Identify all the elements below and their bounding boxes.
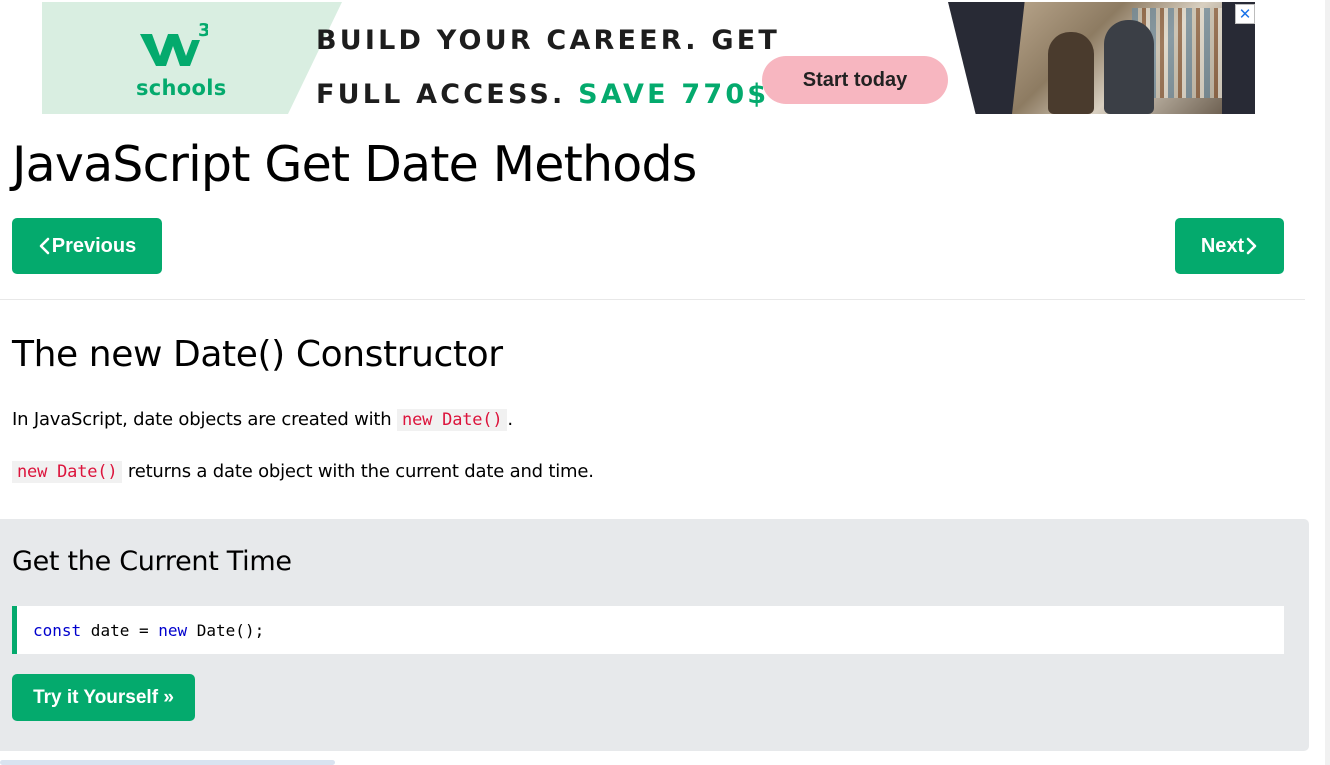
svg-text:3: 3 [198,20,208,41]
ad-start-today-button[interactable]: Start today [762,56,948,104]
paragraph-text: In JavaScript, date objects are created … [12,409,392,430]
ad-headline-line2: FULL ACCESS. SAVE 770$ [316,68,780,114]
ad-photo-person [1104,20,1154,114]
ad-banner[interactable]: 3 schools BUILD YOUR CAREER. GET FULL AC… [42,2,1255,114]
next-label: Next [1200,234,1245,257]
inline-code: new Date() [12,461,123,483]
page-title: JavaScript Get Date Methods [12,136,697,193]
w3schools-logo-icon: 3 [140,20,208,66]
code-text: Date(); [187,620,265,640]
code-keyword: const [33,620,82,640]
section-title: The new Date() Constructor [12,334,503,375]
chevron-left-icon [39,237,50,255]
code-keyword: new [158,620,188,640]
inline-code: new Date() [397,409,508,431]
ad-photo [1012,2,1222,114]
scrollbar[interactable] [1325,0,1330,765]
next-section-edge [0,760,335,765]
close-icon[interactable]: ✕ [1235,4,1255,24]
ad-headline-line2-prefix: FULL ACCESS. [316,79,566,110]
page: 3 schools BUILD YOUR CAREER. GET FULL AC… [0,0,1330,765]
chevron-right-icon [1246,237,1257,255]
ad-headline: BUILD YOUR CAREER. GET FULL ACCESS. SAVE… [316,14,780,114]
paragraph-suffix: . [507,409,513,430]
previous-label: Previous [51,234,137,257]
ad-headline-line1: BUILD YOUR CAREER. GET [316,25,780,56]
paragraph: In JavaScript, date objects are created … [12,409,513,431]
paragraph: new Date() returns a date object with th… [12,461,594,483]
try-it-yourself-button[interactable]: Try it Yourself » [12,674,195,721]
ad-headline-highlight: SAVE 770$ [578,79,770,110]
ad-logo-text: schools [136,76,227,100]
example-title: Get the Current Time [12,546,292,577]
code-text: date = [81,620,159,640]
code-block[interactable]: const date = new Date(); [12,606,1284,654]
next-button[interactable]: Next [1175,218,1284,274]
ad-photo-person [1048,32,1094,114]
divider [0,299,1305,300]
paragraph-text: returns a date object with the current d… [127,461,594,482]
previous-button[interactable]: Previous [12,218,162,274]
